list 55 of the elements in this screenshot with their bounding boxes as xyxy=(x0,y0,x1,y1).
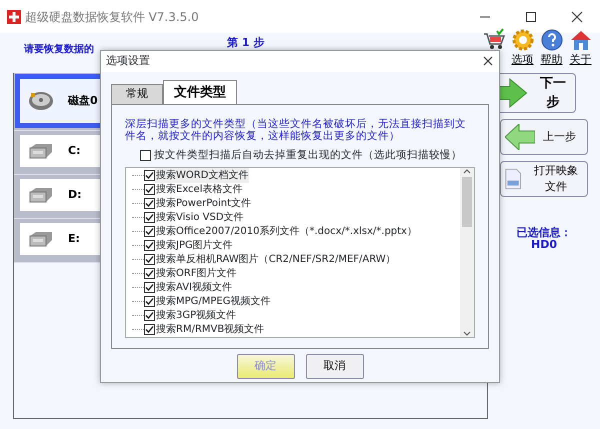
close-icon[interactable] xyxy=(483,56,493,66)
toolbar-button[interactable]: 帮助 xyxy=(538,28,565,73)
checkbox[interactable] xyxy=(144,310,155,322)
list-item[interactable]: 搜索ORF图片文件 xyxy=(155,266,238,282)
left-arrow-icon xyxy=(505,124,535,150)
description-text: 深层扫描更多的文件类型（当这些文件名被破坏后，无法直接扫描到文件名，就按文件的内容恢复，这样能恢复出更多的文件） xyxy=(125,118,467,142)
dialog-title: 选项设置 xyxy=(106,53,150,70)
window-title: 超级硬盘数据恢复软件 V7.3.5.0 xyxy=(24,8,199,26)
step-title: 第 1 步 xyxy=(227,35,264,51)
checkbox[interactable] xyxy=(144,240,155,252)
drive-icon xyxy=(28,143,54,159)
list-item[interactable]: 搜索AVI视频文件 xyxy=(155,280,233,296)
scroll-down-icon xyxy=(463,330,471,337)
cart-icon[interactable] xyxy=(482,28,506,52)
action-button[interactable]: 上一步 xyxy=(500,119,588,155)
checkbox[interactable] xyxy=(144,212,155,224)
checkbox[interactable] xyxy=(144,296,155,308)
close-icon[interactable] xyxy=(571,10,583,22)
checkbox[interactable] xyxy=(144,254,155,266)
drive-icon xyxy=(28,187,54,203)
list-item[interactable]: 搜索3GP视频文件 xyxy=(155,308,238,324)
checkbox[interactable] xyxy=(144,226,155,238)
hard-disk-icon xyxy=(28,90,54,112)
list-item[interactable]: 搜索Visio VSD文件 xyxy=(155,210,245,226)
action-button[interactable]: 打开映象文件 xyxy=(500,161,588,197)
checkbox[interactable] xyxy=(140,150,151,162)
toolbar-button[interactable]: 选项 xyxy=(509,28,536,73)
tab[interactable]: 常规 xyxy=(111,84,163,104)
checkbox[interactable] xyxy=(144,268,155,280)
drive-icon xyxy=(28,231,54,247)
selected-info-value: HD0 xyxy=(530,239,558,251)
scrollbar-thumb[interactable] xyxy=(462,176,472,227)
list-item[interactable]: 搜索PowerPoint文件 xyxy=(155,196,252,212)
instruction-text: 请要恢复数据的 xyxy=(24,42,94,57)
list-item[interactable]: 搜索JPG图片文件 xyxy=(155,238,234,254)
checkbox[interactable] xyxy=(144,170,155,182)
list-item[interactable]: 搜索MPG/MPEG视频文件 xyxy=(155,294,272,310)
list-item[interactable]: 搜索RM/RMVB视频文件 xyxy=(155,322,266,338)
checkbox[interactable] xyxy=(144,324,155,336)
selected-info-label: 已选信息： xyxy=(516,227,572,239)
list-item[interactable]: 搜索Office2007/2010系列文件（*.docx/*.xlsx/*.pptx） xyxy=(155,224,418,240)
scroll-up-icon xyxy=(463,168,471,174)
checkbox-label: 按文件类型扫描后自动去掉重复出现的文件（选此项扫描较慢） xyxy=(154,148,462,163)
checkbox[interactable] xyxy=(144,198,155,210)
maximize-icon[interactable] xyxy=(525,10,537,22)
checkbox[interactable] xyxy=(144,282,155,294)
cancel-button[interactable]: 取消 xyxy=(306,354,364,379)
list-item[interactable]: 搜索WORD文档文件 xyxy=(155,168,250,184)
tab[interactable]: 文件类型 xyxy=(163,80,237,104)
file-icon xyxy=(505,166,522,192)
checkbox[interactable] xyxy=(144,184,155,196)
list-item[interactable]: 搜索Excel表格文件 xyxy=(155,182,244,198)
toolbar-button[interactable]: 关于 xyxy=(567,28,594,73)
app-icon xyxy=(6,8,22,24)
list-item[interactable]: 搜索单反相机RAW图片（CR2/NEF/SR2/MEF/ARW） xyxy=(155,252,397,268)
